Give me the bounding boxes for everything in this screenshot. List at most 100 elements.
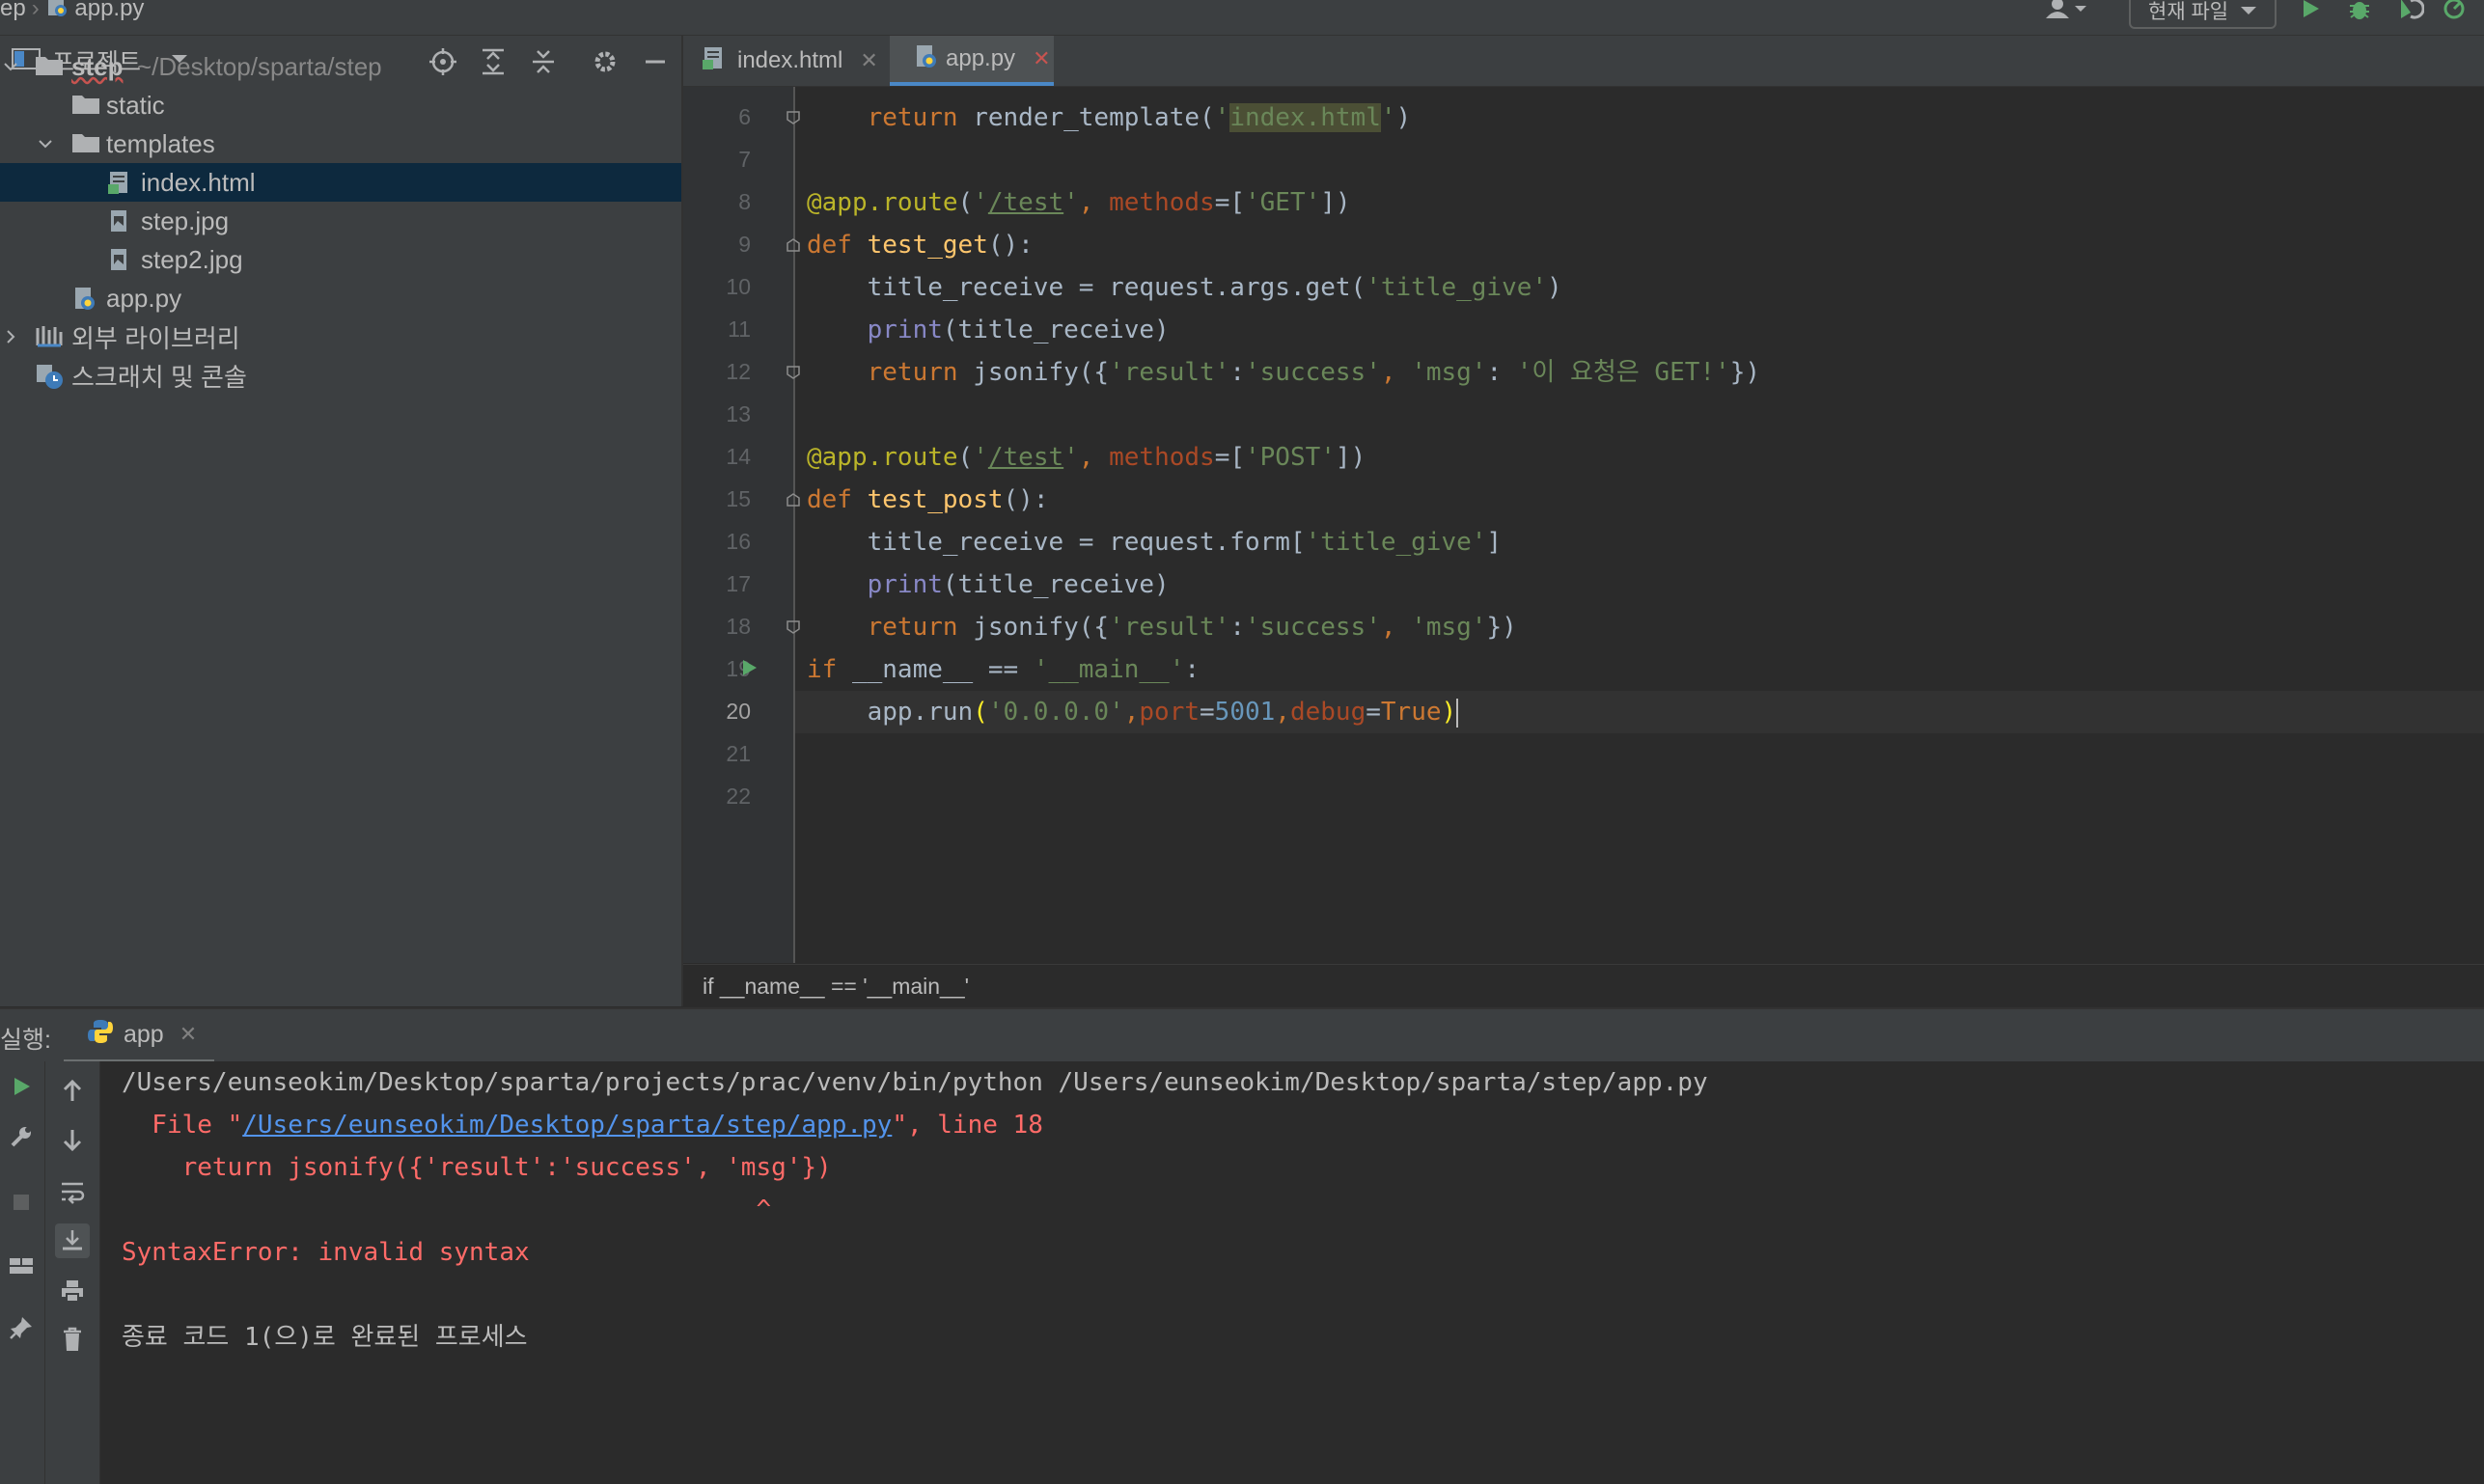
close-icon[interactable]: ✕ bbox=[179, 1022, 197, 1047]
code-breadcrumb-bar: if __name__ == '__main__' bbox=[683, 964, 2484, 1007]
tree-label: static bbox=[106, 90, 165, 120]
tree-item-external-libraries[interactable]: 외부 라이브러리 bbox=[0, 317, 681, 356]
chevron-down-icon bbox=[2240, 0, 2257, 22]
console-error-location: File "/Users/eunseokim/Desktop/sparta/st… bbox=[122, 1111, 1043, 1140]
rerun-icon[interactable] bbox=[4, 1069, 39, 1104]
tree-item-step-jpg[interactable]: step.jpg bbox=[0, 202, 681, 240]
editor-tab-bar: index.html ✕ app.py ✕ bbox=[683, 36, 2484, 87]
run-config-label: 현재 파일 bbox=[2148, 1, 2229, 23]
line-number: 14 bbox=[726, 444, 751, 469]
text-caret bbox=[1456, 698, 1459, 728]
search-highlight: index.html bbox=[1229, 103, 1381, 132]
tree-path: ~/Desktop/sparta/step bbox=[137, 51, 382, 81]
close-icon[interactable]: ✕ bbox=[860, 48, 877, 73]
tree-label: app.py bbox=[106, 283, 182, 313]
console-file-link[interactable]: /Users/eunseokim/Desktop/sparta/step/app… bbox=[242, 1111, 892, 1140]
arrow-up-icon[interactable] bbox=[55, 1073, 90, 1108]
tree-item-templates[interactable]: templates bbox=[0, 124, 681, 163]
line-number-gutter bbox=[683, 87, 795, 963]
stop-icon[interactable] bbox=[4, 1185, 39, 1220]
fold-end-icon[interactable] bbox=[786, 110, 801, 125]
line-number: 12 bbox=[726, 359, 751, 384]
fold-start-icon[interactable] bbox=[786, 237, 801, 253]
console-error-caret: ^ bbox=[122, 1195, 772, 1224]
run-toolbar-secondary bbox=[45, 1061, 100, 1484]
user-menu[interactable] bbox=[2044, 0, 2088, 27]
run-gutter-icon[interactable] bbox=[741, 658, 759, 682]
tree-label: 외부 라이브러리 bbox=[71, 323, 240, 353]
chevron-down-icon[interactable] bbox=[2, 52, 19, 82]
line-number: 22 bbox=[726, 783, 751, 809]
tree-label: step bbox=[71, 51, 124, 81]
line-number: 17 bbox=[726, 571, 751, 596]
tree-item-app-py[interactable]: app.py bbox=[0, 279, 681, 317]
coverage-button[interactable] bbox=[2397, 0, 2425, 27]
line-number: 7 bbox=[738, 147, 751, 172]
trash-icon[interactable] bbox=[55, 1322, 90, 1357]
line-number: 15 bbox=[726, 486, 751, 511]
tab-index-html[interactable]: index.html ✕ bbox=[701, 36, 892, 86]
library-icon bbox=[35, 324, 64, 354]
code-line-16: title_receive = request.form['title_give… bbox=[807, 528, 1503, 557]
line-number: 21 bbox=[726, 741, 751, 766]
folder-icon bbox=[35, 54, 64, 84]
tree-item-step2-jpg[interactable]: step2.jpg bbox=[0, 240, 681, 279]
fold-end-icon[interactable] bbox=[786, 619, 801, 635]
run-button[interactable] bbox=[2299, 0, 2322, 27]
line-number: 10 bbox=[726, 274, 751, 299]
line-number: 6 bbox=[738, 104, 751, 129]
code-line-9: def test_get(): bbox=[807, 231, 1034, 260]
pin-icon[interactable] bbox=[4, 1310, 39, 1345]
tree-item-index-html[interactable]: index.html bbox=[0, 163, 681, 202]
run-tab-label: app bbox=[124, 1020, 164, 1048]
user-icon bbox=[2044, 0, 2088, 25]
console-command-line: /Users/eunseokim/Desktop/sparta/projects… bbox=[122, 1068, 1708, 1097]
tree-item-static[interactable]: static bbox=[0, 86, 681, 124]
route-url: /test bbox=[987, 188, 1064, 217]
console-syntax-error: SyntaxError: invalid syntax bbox=[122, 1238, 530, 1267]
code-line-8: @app.route('/test', methods=['GET']) bbox=[807, 188, 1351, 217]
fold-end-icon[interactable] bbox=[786, 365, 801, 380]
chevron-down-icon[interactable] bbox=[37, 129, 54, 159]
code-line-19: if __name__ == '__main__': bbox=[807, 655, 1201, 684]
python-file-icon bbox=[45, 0, 69, 24]
run-configuration-select[interactable]: 현재 파일 bbox=[2129, 0, 2277, 29]
code-breadcrumb-item[interactable]: if __name__ == '__main__' bbox=[703, 974, 969, 1000]
run-icon bbox=[2299, 0, 2322, 25]
tree-label: 스크래치 및 콘솔 bbox=[71, 362, 247, 392]
code-line-14: @app.route('/test', methods=['POST']) bbox=[807, 443, 1366, 472]
breadcrumb-project[interactable]: ep bbox=[0, 0, 26, 21]
code-line-17: print(title_receive) bbox=[867, 570, 1170, 599]
arrow-down-icon[interactable] bbox=[55, 1123, 90, 1158]
python-icon bbox=[87, 1018, 114, 1052]
tree-item-scratches[interactable]: 스크래치 및 콘솔 bbox=[0, 356, 681, 395]
line-number: 11 bbox=[728, 316, 751, 342]
image-file-icon bbox=[106, 208, 131, 240]
fold-start-icon[interactable] bbox=[786, 492, 801, 508]
code-line-6: return render_template('index.html') bbox=[867, 103, 1412, 132]
scroll-to-end-icon[interactable] bbox=[55, 1223, 90, 1258]
python-file-icon bbox=[913, 43, 938, 75]
console-exit-message: 종료 코드 1(으)로 완료된 프로세스 bbox=[122, 1323, 528, 1352]
tab-app-py[interactable]: app.py ✕ bbox=[890, 36, 1054, 86]
project-tool-window: 프로젝트 step ~/Desktop/sparta/step static t… bbox=[0, 36, 683, 1006]
run-label: 실행: bbox=[0, 1027, 51, 1054]
debug-button[interactable] bbox=[2347, 0, 2372, 27]
run-tab-app[interactable]: app ✕ bbox=[64, 1009, 215, 1063]
line-number: 8 bbox=[738, 189, 751, 214]
folder-icon bbox=[71, 93, 100, 123]
print-icon[interactable] bbox=[55, 1274, 90, 1308]
profile-button[interactable] bbox=[2442, 0, 2470, 27]
wrench-icon[interactable] bbox=[4, 1119, 39, 1154]
close-icon[interactable]: ✕ bbox=[1033, 46, 1050, 71]
layout-icon[interactable] bbox=[4, 1249, 39, 1283]
soft-wrap-icon[interactable] bbox=[55, 1175, 90, 1210]
tree-item-step[interactable]: step ~/Desktop/sparta/step bbox=[0, 47, 681, 86]
chevron-right-icon[interactable] bbox=[2, 322, 19, 352]
breadcrumb-file[interactable]: app.py bbox=[74, 0, 144, 21]
code-line-11: print(title_receive) bbox=[867, 316, 1170, 344]
chevron-right-icon: › bbox=[31, 0, 40, 21]
html-file-icon bbox=[701, 45, 726, 77]
line-number-current: 20 bbox=[726, 699, 751, 724]
tree-label: step2.jpg bbox=[141, 244, 243, 274]
